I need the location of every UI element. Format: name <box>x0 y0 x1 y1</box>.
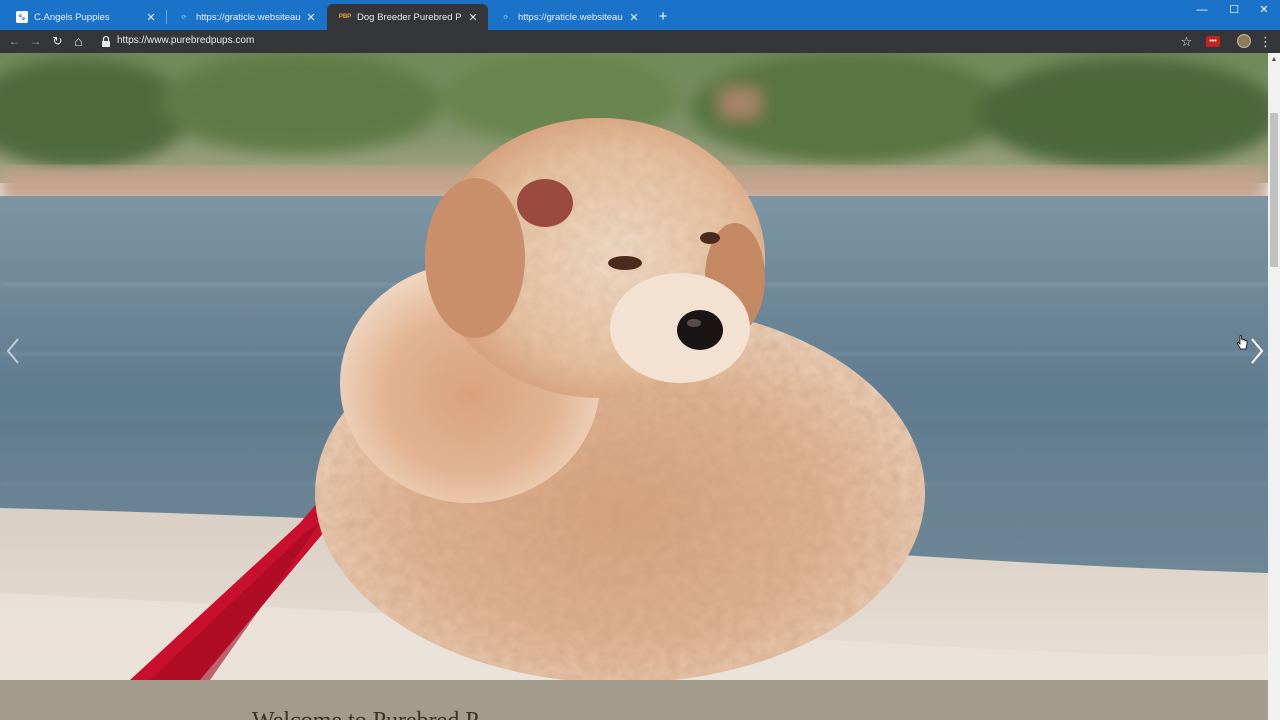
tab-title: C.Angels Puppies <box>34 11 110 23</box>
tab-graticle-1[interactable]: ⟳ https://graticle.websiteauditserv ✕ <box>166 4 326 30</box>
lock-icon[interactable] <box>101 35 111 48</box>
loading-swirl-icon: ⟳ <box>503 14 509 21</box>
scroll-thumb[interactable] <box>1270 113 1278 267</box>
page-scrollbar[interactable]: ▲ <box>1268 53 1280 720</box>
browser-tab-strip: 🐾 C.Angels Puppies ✕ ⟳ https://graticle.… <box>0 0 1280 30</box>
welcome-section: Welcome to Purebred P <box>0 680 1268 720</box>
paw-icon: 🐾 <box>16 11 28 23</box>
tab-close-icon[interactable]: ✕ <box>466 11 480 24</box>
pbp-logo-icon: PBP <box>338 14 352 20</box>
hero-carousel[interactable] <box>0 53 1268 680</box>
profile-avatar[interactable] <box>1237 34 1251 48</box>
tab-close-icon[interactable]: ✕ <box>304 11 318 24</box>
bookmark-star-icon[interactable]: ☆ <box>1178 33 1195 50</box>
scroll-up-arrow-icon[interactable]: ▲ <box>1268 53 1280 67</box>
address-bar[interactable]: https://www.purebredpups.com <box>117 35 254 46</box>
home-button[interactable]: ⌂ <box>70 33 87 50</box>
reload-button[interactable]: ↻ <box>49 33 66 50</box>
tab-close-icon[interactable]: ✕ <box>627 11 641 24</box>
tab-dog-breeder-purebred-puppies[interactable]: PBP Dog Breeder Purebred Puppies F ✕ <box>327 4 488 30</box>
hand-cursor-icon <box>1236 335 1248 350</box>
curly-puppy-on-boat-image <box>0 53 1268 680</box>
new-tab-button[interactable]: + <box>654 8 672 26</box>
loading-swirl-icon: ⟳ <box>181 14 187 21</box>
close-window-button[interactable]: ✕ <box>1248 0 1280 22</box>
maximize-button[interactable]: ☐ <box>1218 0 1250 22</box>
tab-title: https://graticle.websiteauditserv <box>518 11 623 23</box>
tab-close-icon[interactable]: ✕ <box>144 11 158 24</box>
back-button[interactable]: ← <box>6 33 23 50</box>
menu-kebab-icon[interactable]: ⋮ <box>1257 33 1274 50</box>
welcome-heading: Welcome to Purebred P <box>252 708 479 720</box>
tab-c-angels-puppies[interactable]: 🐾 C.Angels Puppies ✕ <box>4 4 166 30</box>
tab-title: Dog Breeder Purebred Puppies F <box>357 11 462 23</box>
minimize-button[interactable]: — <box>1186 0 1218 22</box>
tab-graticle-2[interactable]: ⟳ https://graticle.websiteauditserv ✕ <box>488 4 649 30</box>
carousel-prev-arrow-icon[interactable] <box>2 333 26 369</box>
page-viewport: Welcome to Purebred P <box>0 53 1268 720</box>
extension-badge-icon[interactable]: ••• <box>1206 36 1220 47</box>
forward-button[interactable]: → <box>27 33 44 50</box>
browser-toolbar: ← → ↻ ⌂ https://www.purebredpups.com ☆ •… <box>0 30 1280 53</box>
tab-title: https://graticle.websiteauditserv <box>196 11 300 23</box>
